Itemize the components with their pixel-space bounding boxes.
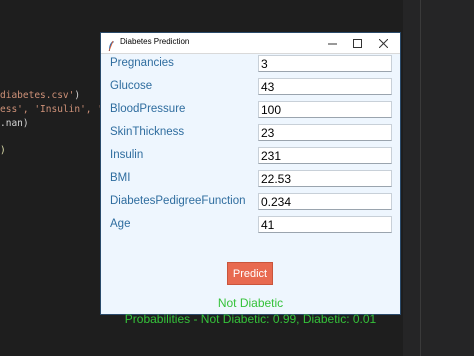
minimize-icon — [327, 43, 337, 44]
code-line: ) — [0, 145, 6, 156]
blood-pressure-input[interactable] — [258, 101, 392, 118]
window-title: Diabetes Prediction — [120, 37, 190, 46]
prediction-result: Not Diabetic — [217, 296, 284, 310]
title-bar[interactable]: Diabetes Prediction — [101, 33, 400, 54]
maximize-button[interactable] — [345, 33, 369, 53]
pregnancies-label: Pregnancies — [110, 57, 174, 69]
insulin-input[interactable] — [258, 147, 392, 164]
close-button[interactable] — [371, 33, 395, 53]
diabetes-pedigree-function-label: DiabetesPedigreeFunction — [110, 195, 246, 207]
maximize-icon — [352, 38, 362, 48]
minimize-button[interactable] — [320, 33, 344, 53]
code-line: .nan) — [0, 118, 29, 129]
age-label: Age — [110, 218, 131, 230]
editor-divider — [420, 0, 421, 356]
close-icon — [378, 38, 388, 48]
feather-icon — [107, 37, 115, 52]
app-window: Diabetes Prediction Pregnancies Glucose … — [101, 33, 400, 326]
skin-thickness-input[interactable] — [258, 124, 392, 141]
probabilities-text: Probabilities - Not Diabetic: 0.99, Diab… — [124, 312, 377, 326]
pregnancies-input[interactable] — [258, 55, 392, 72]
diabetes-pedigree-function-input[interactable] — [258, 193, 392, 210]
editor-side-panel — [403, 0, 474, 356]
skin-thickness-label: SkinThickness — [110, 126, 185, 138]
code-line: diabetes.csv') — [0, 90, 81, 101]
age-input[interactable] — [258, 216, 392, 233]
glucose-label: Glucose — [110, 80, 153, 92]
blood-pressure-label: BloodPressure — [110, 103, 186, 115]
bmi-label: BMI — [110, 172, 131, 184]
predict-button[interactable]: Predict — [227, 262, 273, 285]
bmi-input[interactable] — [258, 170, 392, 187]
glucose-input[interactable] — [258, 78, 392, 95]
insulin-label: Insulin — [110, 149, 144, 161]
form-area: Pregnancies Glucose BloodPressure SkinTh… — [101, 54, 400, 326]
